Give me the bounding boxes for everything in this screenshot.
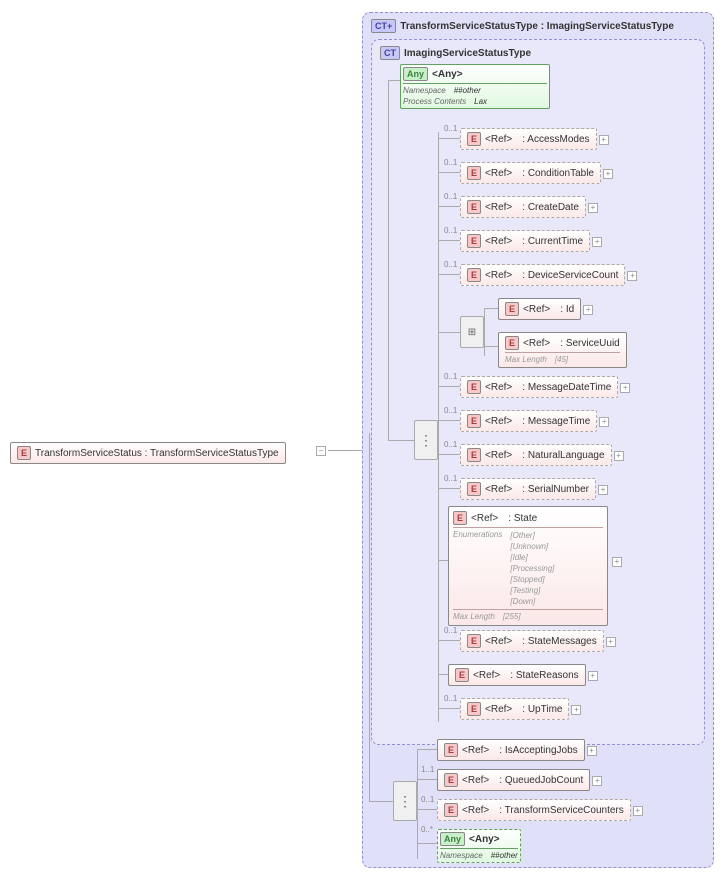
any-process-row: Process ContentsLax — [403, 97, 547, 106]
sequence-compositor[interactable] — [414, 420, 438, 460]
ref-state-messages[interactable]: E <Ref> : StateMessages — [460, 630, 604, 652]
inner-ct-header[interactable]: CT ImagingServiceStatusType — [376, 44, 700, 62]
ref-device-service-count[interactable]: E <Ref> : DeviceServiceCount — [460, 264, 625, 286]
ref-is-accepting-jobs[interactable]: E <Ref> : IsAcceptingJobs — [437, 739, 585, 761]
cardinality: 0..1 — [444, 124, 457, 133]
root-element[interactable]: E TransformServiceStatus : TransformServ… — [10, 442, 286, 464]
any-block[interactable]: Any <Any> Namespace##other Process Conte… — [400, 64, 550, 109]
ref-queued-job-count[interactable]: E <Ref> : QueuedJobCount — [437, 769, 590, 791]
ref-id[interactable]: E <Ref> : Id — [498, 298, 581, 320]
ref-message-datetime[interactable]: E <Ref> : MessageDateTime — [460, 376, 618, 398]
any-label: <Any> — [432, 69, 463, 80]
xsd-diagram: E TransformServiceStatus : TransformServ… — [10, 10, 716, 871]
outer-ct-label: TransformServiceStatusType : ImagingServ… — [400, 21, 674, 32]
element-label: : AccessModes — [522, 134, 589, 145]
ref-state[interactable]: E <Ref> : State Enumerations [Other][Unk… — [448, 506, 608, 626]
outer-ct-header[interactable]: CT+ TransformServiceStatusType : Imaging… — [367, 17, 709, 35]
choice-compositor[interactable]: ⊞ — [460, 316, 484, 348]
any-tag: Any — [403, 67, 428, 81]
ref-state-reasons[interactable]: E <Ref> : StateReasons — [448, 664, 586, 686]
ref-message-time[interactable]: E <Ref> : MessageTime — [460, 410, 597, 432]
outer-sequence-compositor[interactable] — [393, 781, 417, 821]
ct-tag: CT — [380, 46, 400, 60]
root-label: TransformServiceStatus : TransformServic… — [35, 448, 279, 459]
state-enumerations: [Other][Unknown][Idle][Processing][Stopp… — [510, 530, 554, 607]
ref-create-date[interactable]: E <Ref> : CreateDate — [460, 196, 586, 218]
inner-complextype: CT ImagingServiceStatusType Any <Any> Na… — [371, 39, 705, 745]
ref-label: <Ref> — [485, 134, 512, 145]
ref-serial-number[interactable]: E <Ref> : SerialNumber — [460, 478, 596, 500]
ref-natural-language[interactable]: E <Ref> : NaturalLanguage — [460, 444, 612, 466]
any-namespace-row: Namespace##other — [403, 83, 547, 95]
ref-condition-table[interactable]: E <Ref> : ConditionTable — [460, 162, 601, 184]
expand-handle[interactable]: + — [599, 135, 609, 145]
ref-uptime[interactable]: E <Ref> : UpTime — [460, 698, 569, 720]
ctplus-tag: CT+ — [371, 19, 396, 33]
outer-any-block[interactable]: Any <Any> Namespace##other — [437, 829, 521, 863]
e-tag: E — [467, 132, 481, 146]
inner-ct-label: ImagingServiceStatusType — [404, 48, 531, 59]
outer-complextype: CT+ TransformServiceStatusType : Imaging… — [362, 12, 714, 868]
expand-handle[interactable]: − — [316, 446, 326, 456]
ref-service-uuid[interactable]: E <Ref> : ServiceUuid Max Length[45] — [498, 332, 627, 368]
ref-access-modes[interactable]: E <Ref> : AccessModes — [460, 128, 597, 150]
ref-current-time[interactable]: E <Ref> : CurrentTime — [460, 230, 590, 252]
ref-transform-service-counters[interactable]: E <Ref> : TransformServiceCounters — [437, 799, 631, 821]
e-tag: E — [17, 446, 31, 460]
